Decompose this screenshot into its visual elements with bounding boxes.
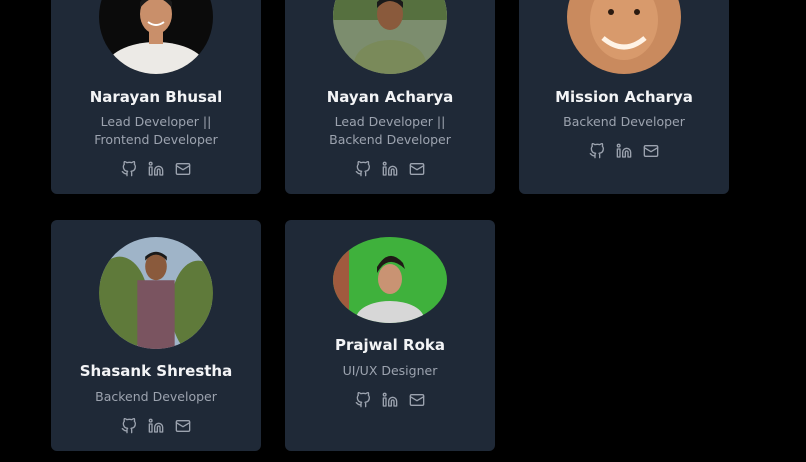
avatar	[99, 0, 213, 74]
team-card: Nayan Acharya Lead Developer || Backend …	[285, 0, 495, 194]
github-icon[interactable]	[589, 143, 605, 159]
github-icon[interactable]	[121, 161, 137, 177]
member-role: Lead Developer || Backend Developer	[329, 114, 451, 147]
team-card: Narayan Bhusal Lead Developer || Fronten…	[51, 0, 261, 194]
github-icon[interactable]	[355, 392, 371, 408]
team-card: Prajwal Roka UI/UX Designer	[285, 220, 495, 451]
team-card: Mission Acharya Backend Developer	[519, 0, 729, 194]
linkedin-icon[interactable]	[382, 161, 398, 177]
linkedin-icon[interactable]	[148, 161, 164, 177]
github-icon[interactable]	[121, 418, 137, 434]
mail-icon[interactable]	[409, 392, 425, 408]
avatar	[567, 0, 681, 74]
member-name: Shasank Shrestha	[79, 362, 233, 380]
member-role: Backend Developer	[563, 114, 685, 129]
member-role: Lead Developer || Frontend Developer	[94, 114, 218, 147]
social-links	[519, 143, 729, 159]
mail-icon[interactable]	[409, 161, 425, 177]
member-name: Prajwal Roka	[335, 336, 445, 354]
mail-icon[interactable]	[175, 161, 191, 177]
member-name: Narayan Bhusal	[89, 88, 223, 106]
social-links	[285, 392, 495, 408]
avatar	[333, 0, 447, 74]
github-icon[interactable]	[355, 161, 371, 177]
social-links	[51, 161, 261, 177]
avatar	[333, 237, 447, 323]
member-name: Nayan Acharya	[326, 88, 454, 106]
social-links	[51, 418, 261, 434]
linkedin-icon[interactable]	[616, 143, 632, 159]
member-name: Mission Acharya	[555, 88, 693, 106]
linkedin-icon[interactable]	[382, 392, 398, 408]
linkedin-icon[interactable]	[148, 418, 164, 434]
team-card: Shasank Shrestha Backend Developer	[51, 220, 261, 451]
mail-icon[interactable]	[643, 143, 659, 159]
avatar	[99, 237, 213, 349]
member-role: UI/UX Designer	[342, 363, 438, 378]
member-role: Backend Developer	[95, 389, 217, 404]
mail-icon[interactable]	[175, 418, 191, 434]
social-links	[285, 161, 495, 177]
team-section: Narayan Bhusal Lead Developer || Fronten…	[0, 0, 806, 462]
